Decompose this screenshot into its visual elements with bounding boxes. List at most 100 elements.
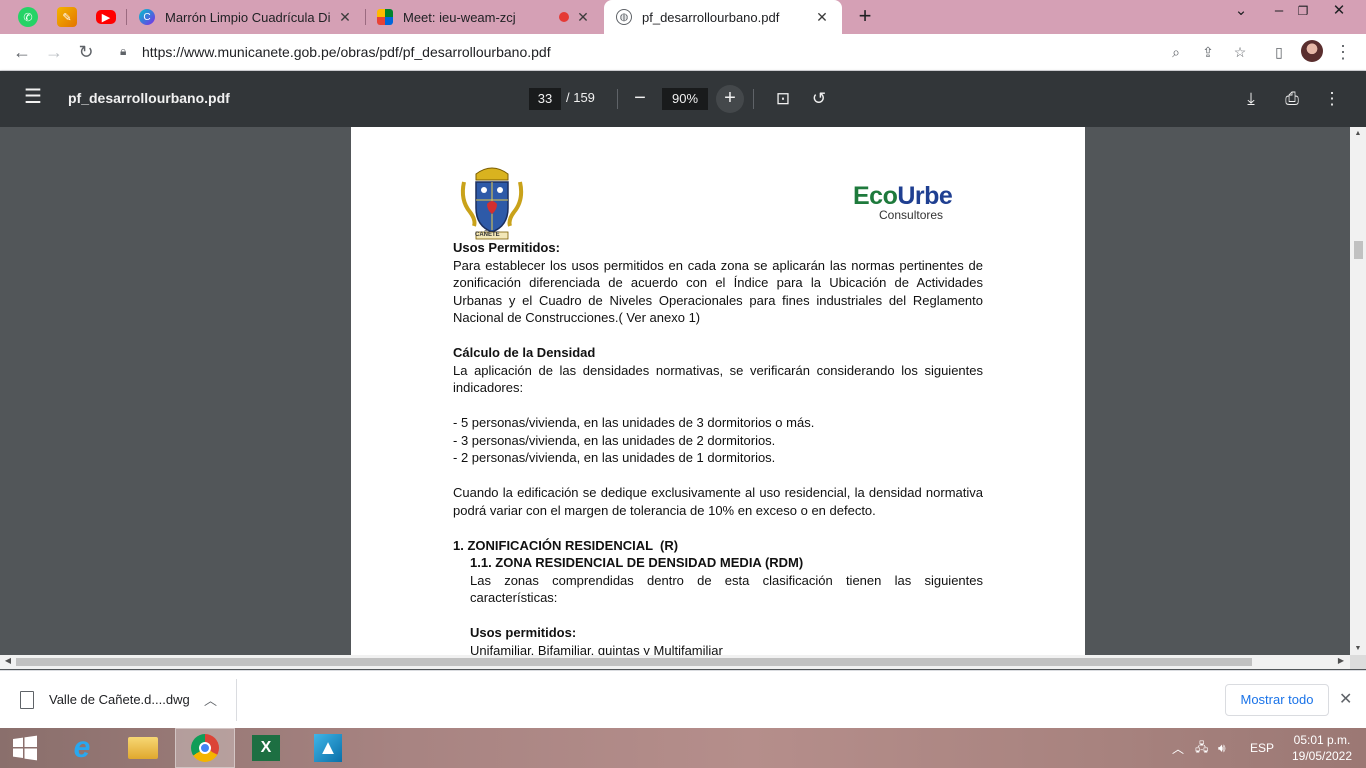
scroll-corner — [1350, 655, 1366, 669]
pinned-tab-icon[interactable]: ✎ — [57, 7, 77, 27]
brand-subtitle: Consultores — [879, 208, 944, 222]
clock-time: 05:01 p.m. — [1293, 733, 1351, 747]
share-icon[interactable]: ⇪ — [1198, 42, 1218, 62]
page-total: / 159 — [566, 90, 595, 105]
scroll-left-icon[interactable]: ◀ — [2, 656, 14, 665]
toolbar-divider — [753, 89, 754, 109]
start-button[interactable] — [0, 728, 50, 768]
list-item: - 5 personas/vivienda, en las unidades d… — [453, 415, 815, 430]
section-1-heading: 1. ZONIFICACIÓN RESIDENCIAL (R) — [453, 537, 679, 553]
tab-strip: ✆ ✎ ▶ C Marrón Limpio Cuadrícula Diseño … — [0, 0, 1366, 34]
network-icon[interactable]: 🖧︎ — [1195, 728, 1208, 768]
tab-canva[interactable]: C Marrón Limpio Cuadrícula Diseño ✕ — [127, 0, 365, 34]
tolerancia-paragraph: Cuando la edificación se dedique exclusi… — [453, 485, 983, 518]
brand-eco: Eco — [853, 182, 898, 210]
show-hidden-icons[interactable]: ︿ — [1172, 728, 1184, 768]
section-1-1-heading: 1.1. ZONA RESIDENCIAL DE DENSIDAD MEDIA … — [470, 555, 804, 570]
vertical-scroll-thumb[interactable] — [1354, 241, 1363, 259]
profile-avatar[interactable] — [1301, 40, 1323, 62]
file-icon — [20, 691, 34, 709]
clock[interactable]: 05:01 p.m. 19/05/2022 — [1282, 732, 1362, 764]
zoom-search-icon[interactable]: ⌕ — [1166, 42, 1186, 62]
close-window-button[interactable]: ✕ — [1319, 0, 1359, 34]
ecourbe-logo: EcoUrbe Consultores — [853, 183, 983, 222]
chrome-menu-icon[interactable]: ⋮ — [1331, 41, 1355, 65]
volume-icon[interactable]: 🔊︎ — [1218, 728, 1226, 768]
new-tab-button[interactable]: + — [853, 5, 877, 29]
list-item: - 3 personas/vivienda, en las unidades d… — [453, 432, 776, 448]
canva-icon: C — [139, 9, 155, 25]
download-item[interactable]: Valle de Cañete.d....dwg — [49, 692, 190, 707]
shelf-divider — [236, 679, 237, 721]
recording-icon — [559, 12, 569, 22]
densidad-paragraph: La aplicación de las densidades normativ… — [453, 362, 983, 396]
restore-button[interactable]: ❐ — [1283, 0, 1323, 34]
address-bar[interactable]: 🔒︎ https://www.municanete.gob.pe/obras/p… — [106, 38, 1256, 67]
download-icon[interactable]: ⤓ — [1240, 88, 1262, 110]
youtube-icon[interactable]: ▶ — [96, 10, 116, 24]
usos-paragraph: Para establecer los usos permitidos en c… — [453, 257, 983, 326]
document-body: Usos Permitidos: Para establecer los uso… — [453, 239, 983, 655]
page-number-input[interactable]: 33 — [529, 88, 561, 110]
download-shelf: Valle de Cañete.d....dwg ︿ Mostrar todo … — [0, 670, 1366, 728]
usos-permitidos-heading: Usos permitidos: — [470, 625, 577, 640]
pdf-viewer[interactable]: CAÑETE EcoUrbe Consultores Usos Permitid… — [0, 127, 1350, 655]
star-icon[interactable]: ☆ — [1230, 42, 1250, 62]
pdf-page: CAÑETE EcoUrbe Consultores Usos Permitid… — [351, 127, 1085, 655]
section-1-1-paragraph: Las zonas comprendidas dentro de esta cl… — [470, 572, 983, 606]
close-shelf-icon[interactable]: ✕ — [1339, 689, 1352, 709]
globe-icon: ◍ — [616, 9, 632, 25]
forward-icon[interactable]: → — [42, 41, 66, 65]
close-tab-icon[interactable]: ✕ — [814, 9, 830, 26]
taskbar: e X ▲ ︿ 🖧︎ 🔊︎ ESP 05:01 p.m. 19/05/2022 — [0, 728, 1366, 768]
clock-date: 19/05/2022 — [1291, 749, 1353, 763]
close-tab-icon[interactable]: ✕ — [337, 9, 353, 26]
tab-pdf[interactable]: ◍ pf_desarrollourbano.pdf ✕ — [604, 0, 842, 34]
scroll-right-icon[interactable]: ▶ — [1335, 656, 1347, 665]
windows-icon — [13, 735, 37, 761]
side-panel-icon[interactable]: ▯ — [1267, 41, 1291, 65]
chrome-icon[interactable] — [175, 728, 235, 768]
scroll-down-icon[interactable]: ▼ — [1353, 645, 1363, 652]
chevron-up-icon[interactable]: ︿ — [204, 690, 217, 709]
browser-toolbar: ← → ↻ 🔒︎ https://www.municanete.gob.pe/o… — [0, 34, 1366, 71]
usos-permitidos-text: Unifamiliar, Bifamiliar, quintas y Multi… — [470, 642, 723, 656]
rotate-icon[interactable]: ↺ — [808, 88, 830, 110]
vertical-scrollbar[interactable]: ▲ ▼ — [1350, 127, 1366, 655]
back-icon[interactable]: ← — [10, 41, 34, 65]
close-tab-icon[interactable]: ✕ — [575, 9, 591, 26]
toolbar-divider — [617, 89, 618, 109]
brand-urbe: Urbe — [897, 182, 953, 210]
pdf-toolbar: ☰ pf_desarrollourbano.pdf 33 / 159 − 90%… — [0, 71, 1366, 127]
internet-explorer-icon[interactable]: e — [52, 728, 112, 768]
more-options-icon[interactable]: ⋮ — [1321, 88, 1343, 110]
tab-title: Marrón Limpio Cuadrícula Diseño — [165, 9, 331, 25]
tab-meet[interactable]: Meet: ieu-weam-zcj ✕ — [365, 0, 603, 34]
densidad-heading: Cálculo de la Densidad — [453, 345, 596, 360]
fit-page-icon[interactable]: ⊡ — [772, 88, 794, 110]
print-icon[interactable]: ⎙ — [1281, 88, 1303, 110]
list-item: - 2 personas/vivienda, en las unidades d… — [453, 450, 776, 465]
tab-search-icon[interactable]: ⌄ — [1221, 0, 1261, 34]
url-text[interactable]: https://www.municanete.gob.pe/obras/pdf/… — [142, 44, 551, 60]
reload-icon[interactable]: ↻ — [74, 41, 98, 65]
zoom-out-button[interactable]: − — [626, 85, 654, 113]
language-indicator[interactable]: ESP — [1250, 728, 1274, 768]
file-explorer-icon[interactable] — [113, 728, 173, 768]
canete-crest-logo — [460, 167, 524, 240]
zoom-input[interactable]: 90% — [662, 88, 708, 110]
crest-label: CAÑETE — [475, 232, 500, 238]
show-all-button[interactable]: Mostrar todo — [1225, 684, 1329, 716]
zoom-in-button[interactable]: + — [716, 85, 744, 113]
menu-icon[interactable]: ☰ — [24, 87, 44, 108]
whatsapp-icon[interactable]: ✆ — [18, 7, 38, 27]
autocad-icon[interactable]: ▲ — [298, 728, 358, 768]
horizontal-scroll-thumb[interactable] — [16, 658, 1252, 666]
lock-icon[interactable]: 🔒︎ — [120, 44, 126, 59]
horizontal-scrollbar[interactable]: ◀ ▶ — [0, 655, 1350, 669]
excel-icon[interactable]: X — [236, 728, 296, 768]
scroll-up-icon[interactable]: ▲ — [1353, 130, 1363, 137]
tab-title: Meet: ieu-weam-zcj — [403, 9, 516, 25]
tab-title: pf_desarrollourbano.pdf — [642, 9, 780, 25]
pdf-filename: pf_desarrollourbano.pdf — [68, 90, 230, 106]
